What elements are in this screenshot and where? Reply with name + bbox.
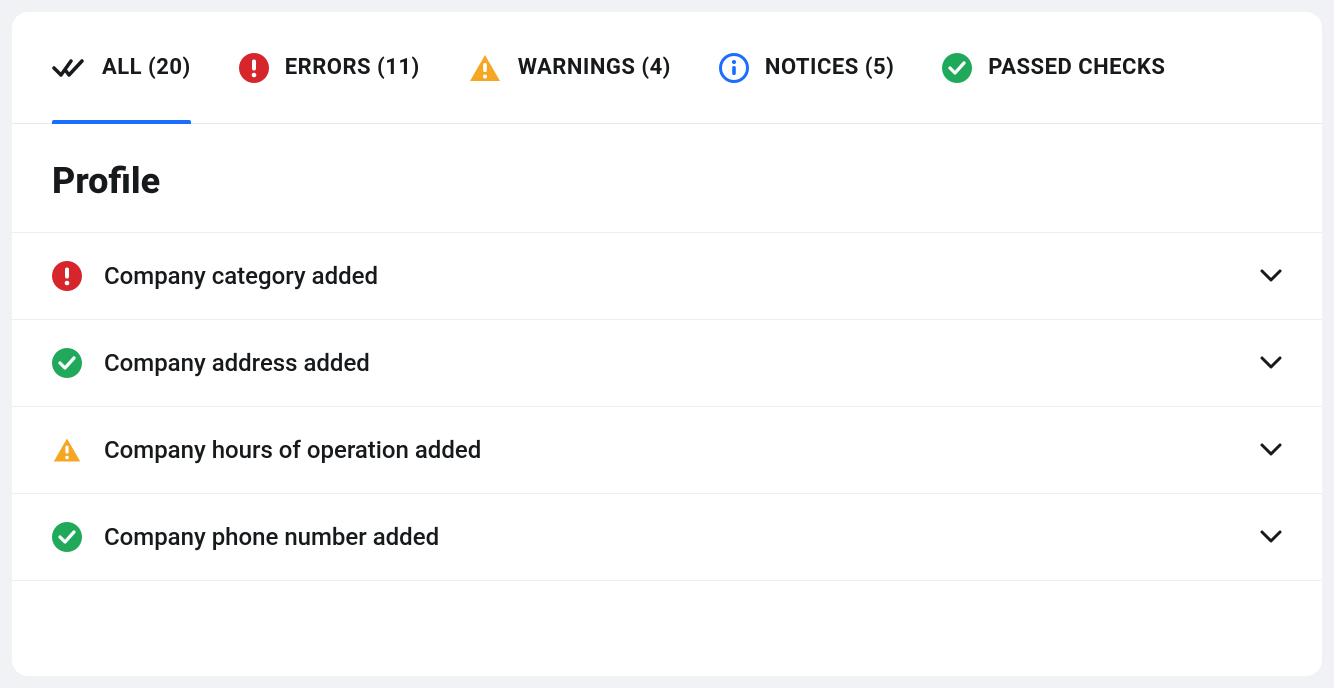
tab-label: PASSED CHECKS — [988, 55, 1165, 80]
chevron-down-icon — [1260, 356, 1282, 370]
tab-all[interactable]: ALL (20) — [52, 12, 191, 123]
chevron-down-icon — [1260, 269, 1282, 283]
double-check-icon — [52, 56, 86, 80]
error-icon — [52, 261, 82, 291]
check-circle-icon — [942, 53, 972, 83]
tab-label: ERRORS (11) — [285, 55, 420, 80]
tab-label: ALL (20) — [102, 55, 191, 80]
chevron-down-icon — [1260, 443, 1282, 457]
check-row[interactable]: Company address added — [12, 320, 1322, 407]
checks-list: Company category added Company address a… — [12, 233, 1322, 676]
section-title: Profile — [52, 160, 1282, 202]
warning-icon — [468, 53, 502, 83]
check-label: Company address added — [104, 349, 1260, 377]
tab-warnings[interactable]: WARNINGS (4) — [468, 12, 671, 123]
tab-notices[interactable]: NOTICES (5) — [719, 12, 894, 123]
section-header: Profile — [12, 124, 1322, 233]
checks-card: ALL (20) ERRORS (11) WARNINGS (4) — [12, 12, 1322, 676]
check-row[interactable]: Company category added — [12, 233, 1322, 320]
check-label: Company category added — [104, 262, 1260, 290]
chevron-down-icon — [1260, 530, 1282, 544]
check-label: Company phone number added — [104, 523, 1260, 551]
warning-icon — [52, 435, 82, 465]
check-circle-icon — [52, 348, 82, 378]
tab-label: WARNINGS (4) — [518, 55, 671, 80]
tabs-bar: ALL (20) ERRORS (11) WARNINGS (4) — [12, 12, 1322, 124]
check-circle-icon — [52, 522, 82, 552]
check-row[interactable]: Company phone number added — [12, 494, 1322, 581]
check-label: Company hours of operation added — [104, 436, 1260, 464]
tab-passed[interactable]: PASSED CHECKS — [942, 12, 1165, 123]
info-icon — [719, 53, 749, 83]
check-row[interactable]: Company hours of operation added — [12, 407, 1322, 494]
tab-label: NOTICES (5) — [765, 55, 894, 80]
tab-errors[interactable]: ERRORS (11) — [239, 12, 420, 123]
error-icon — [239, 53, 269, 83]
